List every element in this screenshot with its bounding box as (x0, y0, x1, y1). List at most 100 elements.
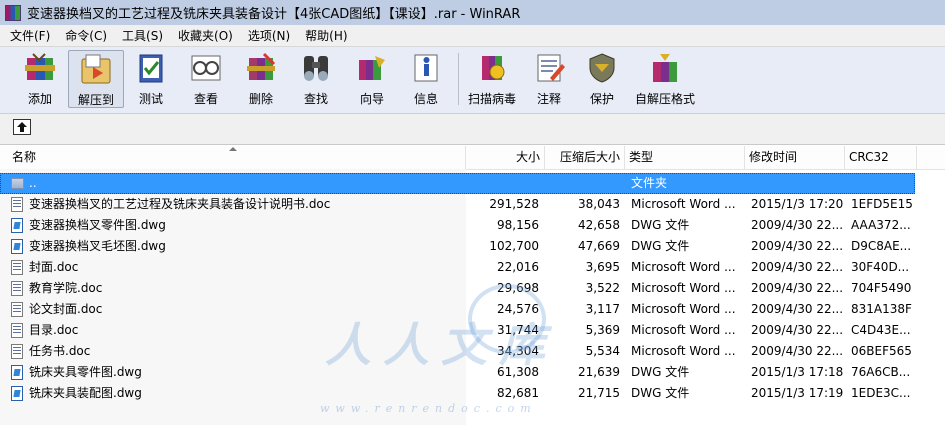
menu-help[interactable]: 帮助(H) (295, 27, 352, 44)
doc-file-icon (11, 260, 23, 275)
file-row[interactable]: 教育学院.doc 29,698 3,522 Microsoft Word ... 200… (0, 278, 945, 299)
file-crc: C4D43E... (851, 323, 911, 337)
file-crc: 704F5490 (851, 281, 912, 295)
file-size: 29,698 (497, 281, 539, 295)
dwg-file-icon (11, 365, 23, 380)
list-header: 名称 大小 压缩后大小 类型 修改时间 CRC32 (0, 146, 945, 170)
file-name: 变速器换档叉的工艺过程及铣床夹具装备设计说明书.doc (29, 197, 331, 211)
protect-button-label: 保护 (589, 92, 614, 106)
up-folder-button[interactable] (13, 119, 31, 135)
delete-button[interactable]: 删除 (236, 50, 286, 108)
file-packed-size: 3,117 (585, 302, 620, 316)
file-row[interactable]: 目录.doc 31,744 5,369 Microsoft Word ... 2009/… (0, 320, 945, 341)
folder-file-icon (11, 178, 24, 189)
address-bar (0, 114, 945, 145)
virus-scan-icon (482, 56, 505, 80)
virus-scan-button-label: 扫描病毒 (467, 92, 516, 106)
file-row[interactable]: 变速器换档叉零件图.dwg 98,156 42,658 DWG 文件 2009/4/30… (0, 215, 945, 236)
comment-button-label: 注释 (536, 92, 561, 106)
file-crc: 1EDE3C... (851, 386, 911, 400)
find-button[interactable]: 查找 (290, 50, 342, 108)
file-name: 论文封面.doc (29, 302, 103, 316)
menu-bar: 文件(F) 命令(C) 工具(S) 收藏夹(O) 选项(N) 帮助(H) (0, 25, 945, 47)
file-crc: 76A6CB... (851, 365, 911, 379)
wizard-icon (359, 56, 385, 80)
menu-favorites[interactable]: 收藏夹(O) (168, 27, 238, 44)
menu-tools[interactable]: 工具(S) (112, 27, 168, 44)
file-crc: 30F40D... (851, 260, 910, 274)
up-arrow-icon (17, 122, 27, 132)
info-button-label: 信息 (413, 92, 438, 106)
doc-file-icon (11, 302, 23, 317)
file-row[interactable]: 变速器换档叉的工艺过程及铣床夹具装备设计说明书.doc 291,528 38,043… (0, 194, 945, 215)
file-size: 98,156 (497, 218, 539, 232)
column-header-name[interactable]: 名称 (0, 146, 466, 169)
file-type: DWG 文件 (631, 386, 690, 400)
sfx-button-label: 自解压格式 (634, 92, 695, 106)
file-row[interactable]: 铣床夹具装配图.dwg 82,681 21,715 DWG 文件 2015/1/3 17… (0, 383, 945, 404)
file-row[interactable]: 铣床夹具零件图.dwg 61,308 21,639 DWG 文件 2015/1/3 17… (0, 362, 945, 383)
menu-commands[interactable]: 命令(C) (55, 27, 112, 44)
add-button[interactable]: 添加 (14, 50, 66, 108)
test-button[interactable]: 测试 (126, 50, 176, 108)
doc-file-icon (11, 197, 23, 212)
sort-ascending-icon (229, 147, 237, 151)
file-modified: 2009/4/30 22... (751, 218, 844, 232)
virus-scan-button[interactable]: 扫描病毒 (464, 50, 520, 108)
file-type: DWG 文件 (631, 218, 690, 232)
file-modified: 2015/1/3 17:19 (751, 386, 844, 400)
view-icon (191, 55, 221, 81)
column-header-packed[interactable]: 压缩后大小 (545, 146, 625, 169)
file-row[interactable]: 论文封面.doc 24,576 3,117 Microsoft Word ... 200… (0, 299, 945, 320)
view-button[interactable]: 查看 (180, 50, 232, 108)
file-packed-size: 3,695 (585, 260, 620, 274)
parent-folder-row[interactable]: .. 文件夹 (0, 173, 945, 194)
dwg-file-icon (11, 218, 23, 233)
file-name: 变速器换档叉零件图.dwg (29, 218, 166, 232)
file-name: 铣床夹具装配图.dwg (29, 386, 142, 400)
menu-options[interactable]: 选项(N) (238, 27, 295, 44)
file-modified: 2009/4/30 22... (751, 239, 844, 253)
dwg-file-icon (11, 239, 23, 254)
file-name: 变速器换档叉毛坯图.dwg (29, 239, 166, 253)
file-modified: 2009/4/30 22... (751, 302, 844, 316)
file-crc: 831A138F (851, 302, 912, 316)
file-modified: 2015/1/3 17:18 (751, 365, 844, 379)
file-list: 名称 大小 压缩后大小 类型 修改时间 CRC32 .. 文件夹 变速器换档叉的工艺… (0, 146, 945, 425)
extract-to-button[interactable]: 解压到 (68, 50, 124, 108)
file-packed-size: 21,715 (578, 386, 620, 400)
column-header-crc[interactable]: CRC32 (845, 146, 917, 169)
sfx-icon (653, 54, 677, 82)
sfx-button[interactable]: 自解压格式 (632, 50, 698, 108)
file-row[interactable]: 任务书.doc 34,304 5,534 Microsoft Word ... 2009… (0, 341, 945, 362)
file-row[interactable]: 变速器换档叉毛坯图.dwg 102,700 47,669 DWG 文件 2009/4/3… (0, 236, 945, 257)
file-type: DWG 文件 (631, 365, 690, 379)
file-size: 31,744 (497, 323, 539, 337)
info-icon (414, 54, 438, 82)
protect-icon (589, 53, 615, 83)
file-name: 教育学院.doc (29, 281, 103, 295)
file-packed-size: 5,369 (585, 323, 620, 337)
file-size: 24,576 (497, 302, 539, 316)
file-row[interactable]: 封面.doc 22,016 3,695 Microsoft Word ... 2009/… (0, 257, 945, 278)
test-button-label: 测试 (138, 92, 163, 106)
file-size: 22,016 (497, 260, 539, 274)
file-name: 封面.doc (29, 260, 79, 274)
file-type: Microsoft Word ... (631, 323, 736, 337)
file-modified (751, 173, 845, 194)
file-packed-size: 3,522 (585, 281, 620, 295)
file-packed-size: 5,534 (585, 344, 620, 358)
column-header-type[interactable]: 类型 (625, 146, 745, 169)
file-modified: 2009/4/30 22... (751, 281, 844, 295)
comment-button[interactable]: 注释 (526, 50, 572, 108)
info-button[interactable]: 信息 (400, 50, 452, 108)
menu-file[interactable]: 文件(F) (0, 27, 55, 44)
file-modified: 2009/4/30 22... (751, 344, 844, 358)
column-header-modified[interactable]: 修改时间 (745, 146, 845, 169)
file-crc (851, 173, 915, 194)
column-header-size[interactable]: 大小 (466, 146, 545, 169)
file-name: 任务书.doc (29, 344, 91, 358)
wizard-button[interactable]: 向导 (346, 50, 398, 108)
protect-button[interactable]: 保护 (578, 50, 626, 108)
file-packed-size (545, 173, 620, 194)
